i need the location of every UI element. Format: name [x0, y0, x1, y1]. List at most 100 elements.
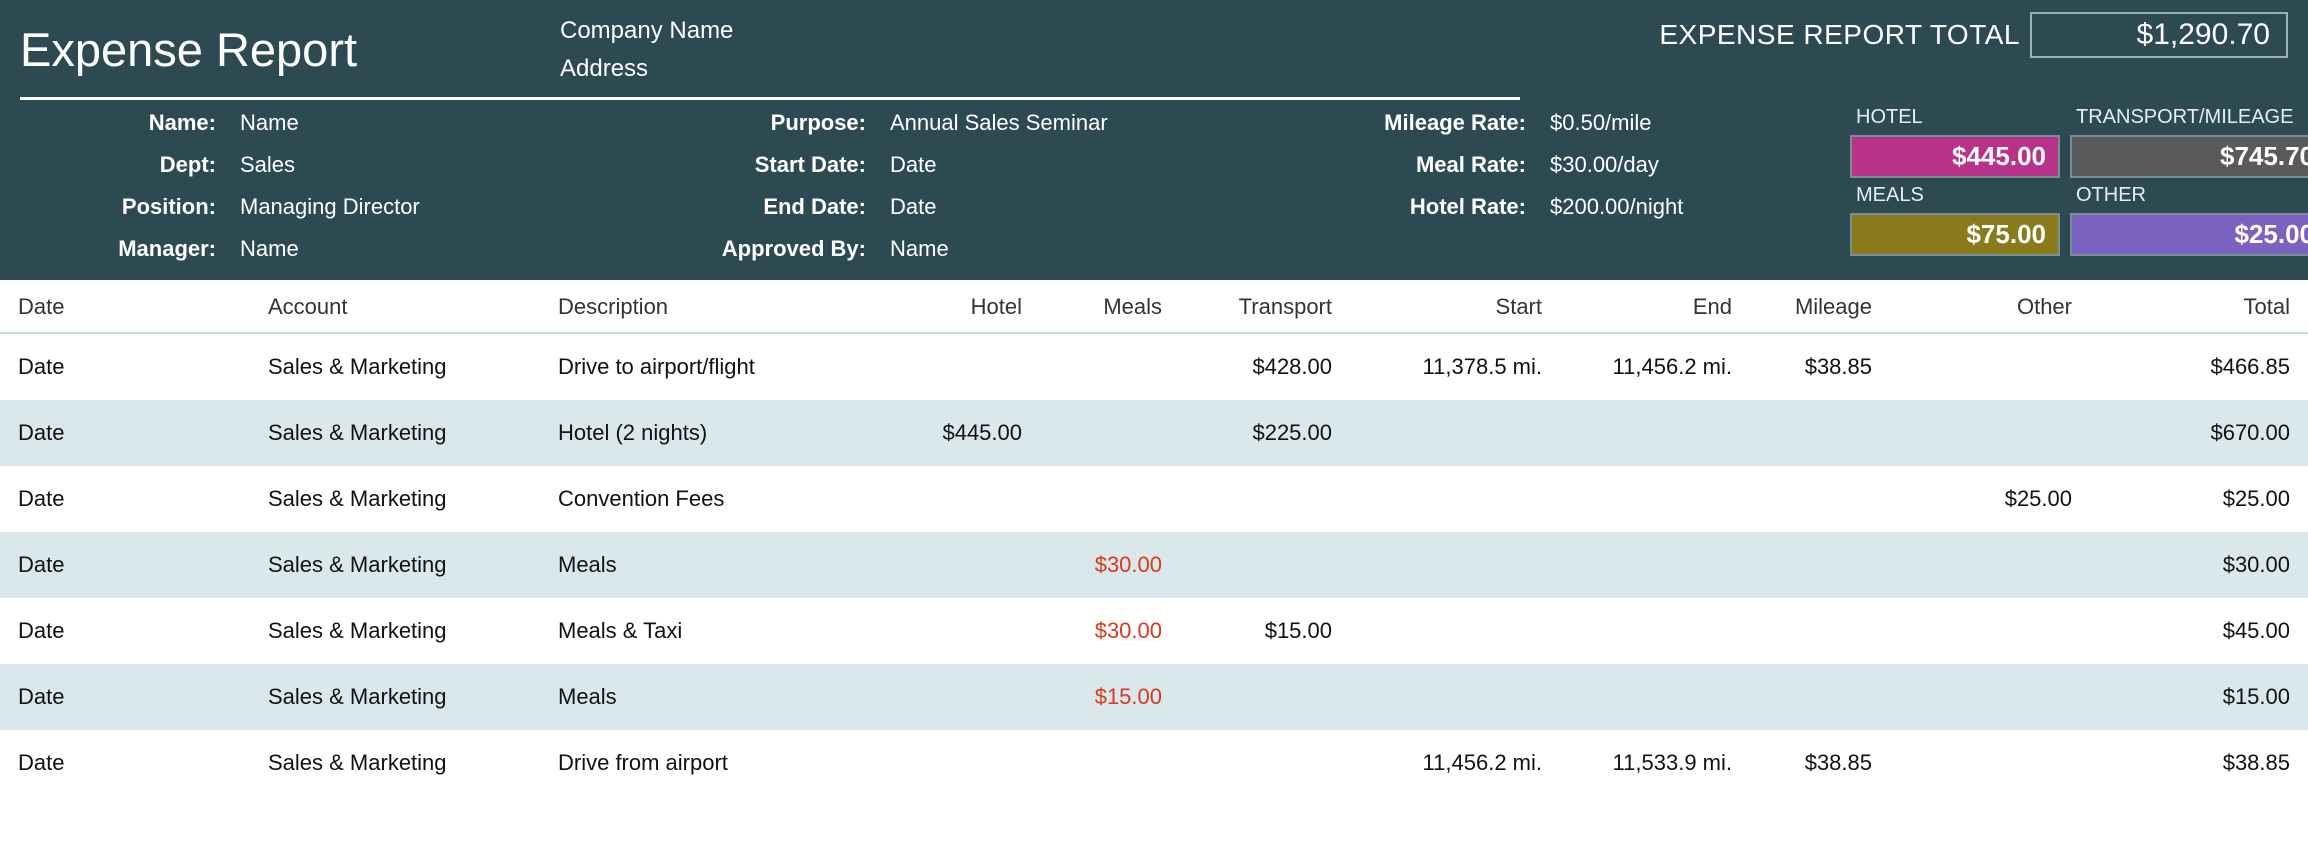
cell-date[interactable]: Date	[0, 664, 250, 730]
cell-start[interactable]	[1350, 532, 1560, 598]
cell-total[interactable]: $30.00	[2090, 532, 2308, 598]
cell-date[interactable]: Date	[0, 730, 250, 796]
cell-meals[interactable]: $30.00	[1040, 532, 1180, 598]
value-name[interactable]: Name	[240, 110, 600, 136]
value-dept[interactable]: Sales	[240, 152, 600, 178]
value-start[interactable]: Date	[890, 152, 1310, 178]
cell-total[interactable]: $38.85	[2090, 730, 2308, 796]
cell-description[interactable]: Meals	[540, 532, 890, 598]
cell-end[interactable]: 11,456.2 mi.	[1560, 333, 1750, 400]
cell-end[interactable]	[1560, 598, 1750, 664]
col-other[interactable]: Other	[1890, 282, 2090, 333]
cell-start[interactable]	[1350, 466, 1560, 532]
cell-mileage[interactable]	[1750, 664, 1890, 730]
table-row[interactable]: DateSales & MarketingConvention Fees$25.…	[0, 466, 2308, 532]
cell-description[interactable]: Convention Fees	[540, 466, 890, 532]
cell-account[interactable]: Sales & Marketing	[250, 400, 540, 466]
cell-transport[interactable]	[1180, 730, 1350, 796]
cell-date[interactable]: Date	[0, 466, 250, 532]
cell-description[interactable]: Meals & Taxi	[540, 598, 890, 664]
table-row[interactable]: DateSales & MarketingMeals$30.00$30.00	[0, 532, 2308, 598]
table-row[interactable]: DateSales & MarketingHotel (2 nights)$44…	[0, 400, 2308, 466]
cell-account[interactable]: Sales & Marketing	[250, 664, 540, 730]
cell-start[interactable]: 11,378.5 mi.	[1350, 333, 1560, 400]
col-start[interactable]: Start	[1350, 282, 1560, 333]
cell-date[interactable]: Date	[0, 598, 250, 664]
cell-transport[interactable]	[1180, 664, 1350, 730]
value-end[interactable]: Date	[890, 194, 1310, 220]
cell-total[interactable]: $45.00	[2090, 598, 2308, 664]
cell-end[interactable]	[1560, 400, 1750, 466]
table-row[interactable]: DateSales & MarketingDrive to airport/fl…	[0, 333, 2308, 400]
cell-end[interactable]	[1560, 664, 1750, 730]
cell-meals[interactable]	[1040, 730, 1180, 796]
cell-mileage[interactable]	[1750, 466, 1890, 532]
cell-hotel[interactable]	[890, 333, 1040, 400]
cell-mileage[interactable]	[1750, 400, 1890, 466]
cell-mileage[interactable]	[1750, 598, 1890, 664]
value-approved[interactable]: Name	[890, 236, 1310, 262]
value-purpose[interactable]: Annual Sales Seminar	[890, 110, 1310, 136]
cell-end[interactable]	[1560, 532, 1750, 598]
col-account[interactable]: Account	[250, 282, 540, 333]
col-meals[interactable]: Meals	[1040, 282, 1180, 333]
cell-mileage[interactable]: $38.85	[1750, 333, 1890, 400]
cell-other[interactable]: $25.00	[1890, 466, 2090, 532]
cell-start[interactable]	[1350, 400, 1560, 466]
cell-start[interactable]	[1350, 664, 1560, 730]
cell-hotel[interactable]: $445.00	[890, 400, 1040, 466]
cell-total[interactable]: $15.00	[2090, 664, 2308, 730]
cell-start[interactable]	[1350, 598, 1560, 664]
col-transport[interactable]: Transport	[1180, 282, 1350, 333]
cell-start[interactable]: 11,456.2 mi.	[1350, 730, 1560, 796]
cell-account[interactable]: Sales & Marketing	[250, 598, 540, 664]
cell-meals[interactable]	[1040, 333, 1180, 400]
cell-other[interactable]	[1890, 664, 2090, 730]
value-meal-rate[interactable]: $30.00/day	[1550, 152, 1850, 178]
cell-hotel[interactable]	[890, 730, 1040, 796]
col-description[interactable]: Description	[540, 282, 890, 333]
cell-other[interactable]	[1890, 730, 2090, 796]
col-hotel[interactable]: Hotel	[890, 282, 1040, 333]
col-date[interactable]: Date	[0, 282, 250, 333]
col-mileage[interactable]: Mileage	[1750, 282, 1890, 333]
cell-account[interactable]: Sales & Marketing	[250, 730, 540, 796]
cell-date[interactable]: Date	[0, 400, 250, 466]
cell-meals[interactable]	[1040, 400, 1180, 466]
cell-other[interactable]	[1890, 532, 2090, 598]
col-total[interactable]: Total	[2090, 282, 2308, 333]
col-end[interactable]: End	[1560, 282, 1750, 333]
cell-hotel[interactable]	[890, 598, 1040, 664]
cell-transport[interactable]: $428.00	[1180, 333, 1350, 400]
cell-end[interactable]	[1560, 466, 1750, 532]
cell-hotel[interactable]	[890, 532, 1040, 598]
cell-total[interactable]: $466.85	[2090, 333, 2308, 400]
cell-mileage[interactable]	[1750, 532, 1890, 598]
cell-end[interactable]: 11,533.9 mi.	[1560, 730, 1750, 796]
cell-transport[interactable]: $15.00	[1180, 598, 1350, 664]
cell-meals[interactable]	[1040, 466, 1180, 532]
cell-account[interactable]: Sales & Marketing	[250, 333, 540, 400]
value-manager[interactable]: Name	[240, 236, 600, 262]
table-row[interactable]: DateSales & MarketingDrive from airport 1…	[0, 730, 2308, 796]
cell-meals[interactable]: $30.00	[1040, 598, 1180, 664]
table-row[interactable]: DateSales & MarketingMeals & Taxi$30.00$…	[0, 598, 2308, 664]
value-position[interactable]: Managing Director	[240, 194, 600, 220]
cell-transport[interactable]	[1180, 466, 1350, 532]
cell-total[interactable]: $25.00	[2090, 466, 2308, 532]
cell-meals[interactable]: $15.00	[1040, 664, 1180, 730]
cell-other[interactable]	[1890, 598, 2090, 664]
cell-hotel[interactable]	[890, 466, 1040, 532]
cell-account[interactable]: Sales & Marketing	[250, 532, 540, 598]
cell-description[interactable]: Meals	[540, 664, 890, 730]
cell-transport[interactable]: $225.00	[1180, 400, 1350, 466]
value-hotel-rate[interactable]: $200.00/night	[1550, 194, 1850, 220]
table-row[interactable]: DateSales & MarketingMeals $15.00 $15.00	[0, 664, 2308, 730]
cell-mileage[interactable]: $38.85	[1750, 730, 1890, 796]
cell-description[interactable]: Drive to airport/flight	[540, 333, 890, 400]
cell-other[interactable]	[1890, 333, 2090, 400]
cell-description[interactable]: Drive from airport	[540, 730, 890, 796]
cell-date[interactable]: Date	[0, 333, 250, 400]
cell-description[interactable]: Hotel (2 nights)	[540, 400, 890, 466]
cell-hotel[interactable]	[890, 664, 1040, 730]
